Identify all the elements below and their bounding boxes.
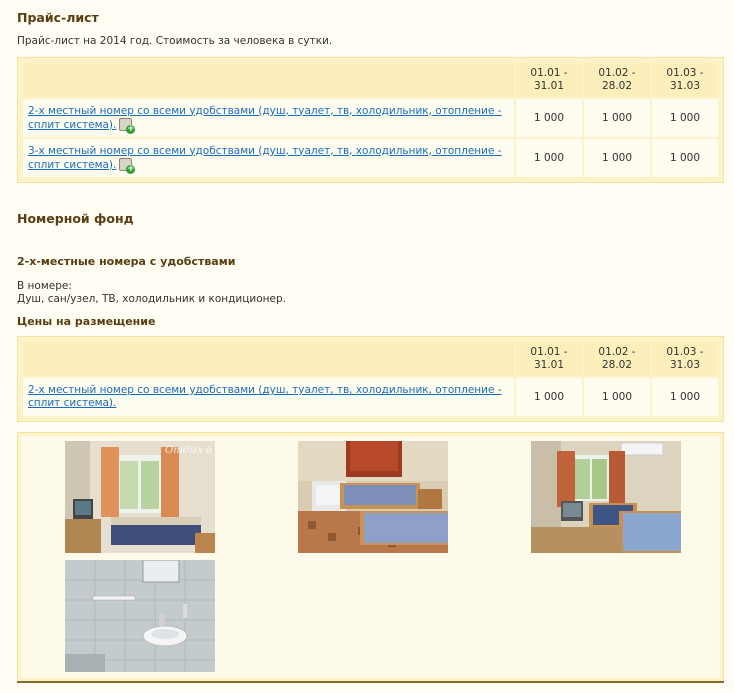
room-link-double[interactable]: 2-х местный номер со всеми удобствами (д… xyxy=(28,384,502,409)
price-cell: 1 000 xyxy=(652,99,718,137)
room-name-cell: 3-х местный номер со всеми удобствами (д… xyxy=(23,139,514,177)
room-fund-heading: Номерной фонд xyxy=(17,211,134,226)
bathroom-photo[interactable] xyxy=(65,560,215,672)
room-link-double[interactable]: 2-х местный номер со всеми удобствами (д… xyxy=(28,105,502,131)
price-cell: 1 000 xyxy=(584,378,650,416)
table-row: 2-х местный номер со всеми удобствами (д… xyxy=(23,378,718,416)
price-cell: 1 000 xyxy=(584,139,650,177)
table-row: 2-х местный номер со всеми удобствами (д… xyxy=(23,99,718,137)
add-to-cart-icon[interactable] xyxy=(119,117,136,134)
price-col-mar: 01.03 - 31.03 xyxy=(652,63,718,97)
watermark-text: Отдых в Со xyxy=(165,445,215,456)
price-list-note: Прайс-лист на 2014 год. Стоимость за чел… xyxy=(17,35,333,47)
table-row: 3-х местный номер со всеми удобствами (д… xyxy=(23,139,718,177)
room-photo-1[interactable]: Отдых в Со xyxy=(65,441,215,553)
room-photo-2[interactable] xyxy=(298,441,448,553)
price-col-feb: 01.02 - 28.02 xyxy=(584,63,650,97)
room-name-cell: 2-х местный номер со всеми удобствами (д… xyxy=(23,378,514,416)
price-list-heading: Прайс-лист xyxy=(17,10,99,25)
price-cell: 1 000 xyxy=(516,378,582,416)
amenities-text: Душ, сан/узел, ТВ, холодильник и кондици… xyxy=(17,293,286,305)
price-col-jan: 01.01 - 31.01 xyxy=(516,63,582,97)
price-list-table: 01.01 - 31.01 01.02 - 28.02 01.03 - 31.0… xyxy=(17,57,724,183)
price-col-jan: 01.01 - 31.01 xyxy=(516,342,582,376)
price-cell: 1 000 xyxy=(652,139,718,177)
price-cell: 1 000 xyxy=(652,378,718,416)
price-cell: 1 000 xyxy=(516,99,582,137)
price-cell: 1 000 xyxy=(584,99,650,137)
price-col-mar: 01.03 - 31.03 xyxy=(652,342,718,376)
in-room-label: В номере: xyxy=(17,280,72,292)
photo-gallery: Отдых в Со xyxy=(17,432,724,682)
add-to-cart-icon[interactable] xyxy=(119,157,136,174)
price-cell: 1 000 xyxy=(516,139,582,177)
room-category-title: 2-х-местные номера с удобствами xyxy=(17,255,236,268)
price-table-corner xyxy=(23,342,514,376)
room-link-triple[interactable]: 3-х местный номер со всеми удобствами (д… xyxy=(28,145,502,171)
bottom-divider xyxy=(17,681,724,683)
room-photo-3[interactable] xyxy=(531,441,681,553)
room-prices-table: 01.01 - 31.01 01.02 - 28.02 01.03 - 31.0… xyxy=(17,336,724,422)
prices-heading: Цены на размещение xyxy=(17,315,156,328)
price-col-feb: 01.02 - 28.02 xyxy=(584,342,650,376)
price-table-corner xyxy=(23,63,514,97)
room-name-cell: 2-х местный номер со всеми удобствами (д… xyxy=(23,99,514,137)
